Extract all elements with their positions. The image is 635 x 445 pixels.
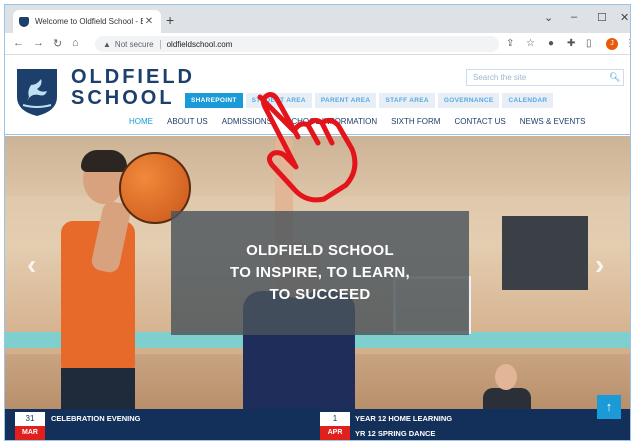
toplink-staff-area[interactable]: STAFF AREA [379,93,435,108]
extension-icon[interactable]: ● [548,38,554,49]
slider-prev-arrow-icon[interactable]: ‹ [27,249,36,281]
school-name[interactable]: OLDFIELD SCHOOL [71,67,195,109]
share-icon[interactable]: ⇪ [506,38,514,49]
new-tab-button[interactable]: + [166,13,174,27]
player-image-hair [81,150,127,172]
search-icon[interactable]: 🔍︎ [609,72,623,83]
school-favicon-icon [19,16,29,27]
sidepanel-icon[interactable]: ▯ [586,38,592,49]
brand-line-2: SCHOOL [71,87,175,109]
puzzle-icon[interactable]: ✚ [567,38,575,49]
browser-tab[interactable]: Welcome to Oldfield School - Ba ✕ [13,10,161,33]
scoreboard-image [502,216,588,290]
toplink-sharepoint[interactable]: SHAREPOINT [185,93,243,108]
back-to-top-button[interactable]: ↑ [597,395,621,419]
address-bar[interactable]: ▲ Not secure oldfieldschool.com [95,36,499,52]
divider [159,39,161,49]
events-bar: 31 MAR CELEBRATION EVENING 1 APR YEAR 12… [5,409,630,440]
nav-about-us[interactable]: ABOUT US [167,117,208,126]
tab-close-icon[interactable]: ✕ [143,16,155,27]
star-icon[interactable]: ☆ [526,38,535,49]
event-title[interactable]: YEAR 12 HOME LEARNING [355,414,452,423]
event-date: 1 APR [320,412,350,440]
home-icon[interactable]: ⌂ [72,37,79,49]
hand-pointer-icon [257,92,358,203]
brand-line-1: OLDFIELD [71,66,195,88]
event-title[interactable]: CELEBRATION EVENING [51,414,140,423]
event-title[interactable]: YR 12 SPRING DANCE [355,429,435,438]
warning-icon[interactable]: ▲ [103,40,111,49]
reload-icon[interactable]: ↻ [53,37,62,50]
nav-contact-us[interactable]: CONTACT US [454,117,505,126]
event-month: APR [320,426,350,440]
slider-next-arrow-icon[interactable]: › [595,249,604,281]
profile-avatar[interactable]: J [606,38,618,50]
school-crest-logo[interactable] [15,67,59,117]
forward-icon[interactable]: → [33,37,44,49]
spectator-image [483,388,531,409]
minimize-button[interactable]: – [571,11,577,23]
toplink-calendar[interactable]: CALENDAR [502,93,554,108]
nav-news-events[interactable]: NEWS & EVENTS [520,117,586,126]
player-image-shorts [61,368,135,409]
hero-caption: OLDFIELD SCHOOL TO INSPIRE, TO LEARN, TO… [171,211,469,335]
event-day: 31 [15,412,45,426]
browser-toolbar: ← → ↻ ⌂ ▲ Not secure oldfieldschool.com … [5,33,630,55]
tab-strip: Welcome to Oldfield School - Ba ✕ + ⌄ – … [5,5,630,33]
back-icon[interactable]: ← [13,37,24,49]
nav-sixth-form[interactable]: SIXTH FORM [391,117,440,126]
search-input[interactable]: Search the site 🔍︎ [466,69,624,86]
nav-home[interactable]: HOME [129,117,153,126]
chevron-down-icon[interactable]: ⌄ [544,11,553,24]
hero-line-3: TO SUCCEED [269,286,371,303]
tab-title: Welcome to Oldfield School - Ba [35,17,143,26]
event-month: MAR [15,426,45,440]
toplink-governance[interactable]: GOVERNANCE [437,93,500,108]
window-close-button[interactable]: ✕ [620,11,629,24]
spectator-image-head [495,364,517,390]
url-text[interactable]: oldfieldschool.com [167,40,233,49]
restore-button[interactable]: ☐ [597,11,607,24]
menu-icon[interactable]: ⋮ [625,38,630,49]
event-day: 1 [320,412,350,426]
hero-line-2: TO INSPIRE, TO LEARN, [230,264,410,281]
hero-line-1: OLDFIELD SCHOOL [246,242,394,259]
browser-window: Welcome to Oldfield School - Ba ✕ + ⌄ – … [4,4,631,441]
search-placeholder: Search the site [473,73,527,82]
event-date: 31 MAR [15,412,45,440]
security-label[interactable]: Not secure [115,40,154,49]
